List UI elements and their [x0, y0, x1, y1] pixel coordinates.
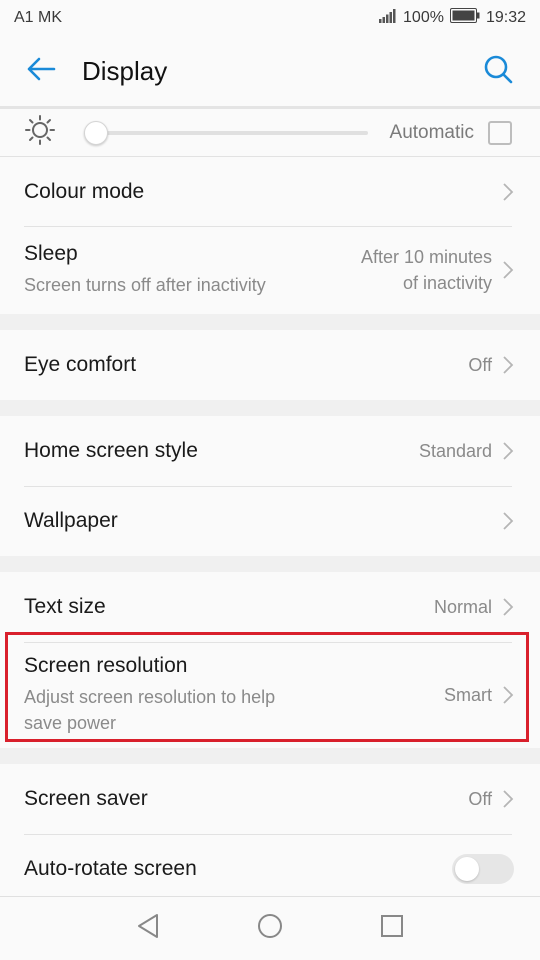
- group-divider: [0, 556, 540, 572]
- auto-rotate-label: Auto-rotate screen: [24, 857, 197, 880]
- screen-resolution-value: Smart: [443, 685, 492, 705]
- group-home: Home screen style Standard Wallpaper: [0, 416, 540, 556]
- wallpaper-row[interactable]: Wallpaper: [0, 486, 540, 556]
- screen-resolution-label: Screen resolution: [24, 654, 188, 677]
- chevron-right-icon: [502, 441, 514, 461]
- text-size-value: Normal: [433, 597, 492, 617]
- page-title: Display: [82, 55, 168, 86]
- group-eye-comfort: Eye comfort Off: [0, 330, 540, 400]
- chevron-right-icon: [502, 260, 514, 280]
- wallpaper-label: Wallpaper: [24, 509, 118, 532]
- search-button[interactable]: [456, 36, 540, 106]
- search-icon: [483, 54, 513, 89]
- group-divider: [0, 748, 540, 764]
- sun-icon: [24, 114, 64, 151]
- auto-rotate-row[interactable]: Auto-rotate screen: [0, 834, 540, 896]
- screen-saver-row[interactable]: Screen saver Off: [0, 764, 540, 834]
- chevron-right-icon: [502, 597, 514, 617]
- colour-mode-row[interactable]: Colour mode: [0, 156, 540, 226]
- sleep-description: Screen turns off after inactivity: [24, 275, 266, 295]
- sleep-value: After 10 minutes of inactivity: [360, 247, 492, 293]
- sleep-row[interactable]: Sleep Screen turns off after inactivity …: [0, 226, 540, 314]
- circle-home-icon: [257, 913, 283, 944]
- sleep-label: Sleep: [24, 242, 78, 265]
- carrier-name: A1 MK: [14, 9, 63, 26]
- screen-resolution-row[interactable]: Screen resolution Adjust screen resoluti…: [0, 642, 540, 748]
- chevron-right-icon: [502, 789, 514, 809]
- auto-rotate-toggle[interactable]: [452, 854, 514, 884]
- eye-comfort-row[interactable]: Eye comfort Off: [0, 330, 540, 400]
- toggle-knob: [455, 857, 479, 881]
- square-recents-icon: [380, 914, 404, 943]
- chevron-right-icon: [502, 685, 514, 705]
- screen-saver-label: Screen saver: [24, 787, 148, 810]
- arrow-left-icon: [26, 57, 56, 86]
- brightness-row: Automatic: [0, 106, 540, 156]
- nav-back-button[interactable]: [128, 909, 168, 949]
- text-size-row[interactable]: Text size Normal: [0, 572, 540, 642]
- navigation-bar: [0, 896, 540, 960]
- colour-mode-label: Colour mode: [24, 179, 145, 203]
- battery-percent: 100%: [403, 9, 444, 26]
- battery-icon: [449, 8, 480, 28]
- chevron-right-icon: [502, 511, 514, 531]
- eye-comfort-value: Off: [468, 355, 492, 375]
- group-screen: Screen saver Off Auto-rotate screen: [0, 764, 540, 896]
- group-divider: [0, 314, 540, 330]
- text-size-label: Text size: [24, 595, 106, 618]
- group-divider: [0, 400, 540, 416]
- chevron-right-icon: [502, 182, 514, 202]
- signal-icon: [379, 8, 397, 28]
- group-text: Text size Normal Screen resolution Adjus…: [0, 572, 540, 748]
- home-screen-style-row[interactable]: Home screen style Standard: [0, 416, 540, 486]
- brightness-slider[interactable]: [84, 120, 368, 145]
- eye-comfort-label: Eye comfort: [24, 353, 137, 376]
- home-screen-style-label: Home screen style: [24, 439, 198, 462]
- screen-saver-value: Off: [468, 789, 492, 809]
- clock: 19:32: [485, 9, 526, 26]
- nav-recents-button[interactable]: [372, 909, 412, 949]
- automatic-checkbox[interactable]: [488, 120, 512, 145]
- settings-list: Automatic Colour mode Sleep Screen turns…: [0, 106, 540, 896]
- group-brightness: Automatic Colour mode Sleep Screen turns…: [0, 106, 540, 314]
- back-button[interactable]: [0, 36, 82, 106]
- chevron-right-icon: [502, 355, 514, 375]
- app-bar: Display: [0, 36, 540, 106]
- automatic-label: Automatic: [389, 121, 474, 143]
- status-bar: A1 MK 100% 19:32: [0, 0, 540, 36]
- home-screen-style-value: Standard: [418, 441, 492, 461]
- screen-resolution-description: Adjust screen resolution to help save po…: [24, 687, 276, 733]
- triangle-back-icon: [136, 913, 160, 944]
- nav-home-button[interactable]: [250, 909, 290, 949]
- brightness-slider-thumb[interactable]: [84, 120, 108, 145]
